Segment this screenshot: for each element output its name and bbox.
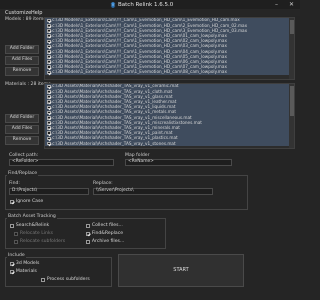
item-checkbox[interactable] <box>47 126 51 130</box>
item-checkbox[interactable] <box>47 131 51 136</box>
app-logo-icon <box>110 2 116 8</box>
relocate-subfolders-text: Relocate subfolders <box>19 239 66 244</box>
archive-files-checkbox[interactable]: Archive files... <box>86 239 125 245</box>
item-checkbox[interactable] <box>47 23 51 28</box>
collect-path-label: Collect path: <box>9 153 39 158</box>
materials-add-folder-button[interactable]: Add Folder <box>5 114 39 123</box>
find-input[interactable]: D:\Projects\ <box>9 188 89 195</box>
checkbox-box[interactable] <box>10 270 15 275</box>
ignore-case-text: Ignore Case <box>15 199 44 204</box>
checkbox-box[interactable] <box>14 232 19 237</box>
materials-item-path: c:\3D Assets\Material\Archshader_TAS_vra… <box>52 135 178 141</box>
close-button[interactable]: ✕ <box>287 1 296 8</box>
models-item-path: c:\3D Models\1_Exteriors\Cam\!!!_Cam\1_E… <box>52 69 227 75</box>
relocate-subfolders-checkbox[interactable]: Relocate subfolders <box>14 239 66 245</box>
item-checkbox[interactable] <box>47 70 51 75</box>
window-title: Batch Relink 1.6.5.0 <box>118 1 174 8</box>
item-checkbox[interactable] <box>47 121 51 125</box>
archive-files-text: Archive files... <box>91 239 125 244</box>
materials-remove-button[interactable]: Remove <box>5 136 39 145</box>
checkbox-box[interactable] <box>10 200 15 205</box>
models-remove-button[interactable]: Remove <box>5 67 39 76</box>
models-list[interactable]: c:\3D Models\1_Exteriors\Cam\!!!_Cam\1_E… <box>44 17 295 80</box>
item-checkbox[interactable] <box>47 105 51 110</box>
include-label: Include <box>7 253 26 259</box>
find-replace-text: Find&Replace <box>91 231 124 236</box>
materials-list[interactable]: c:\3D Assets\Material\Archshader_TAS_vra… <box>44 83 295 149</box>
replace-label: Replace: <box>93 181 113 186</box>
map-folder-input[interactable]: <ReName> <box>125 159 232 166</box>
find-replace-label: Find/Replace <box>7 171 39 177</box>
item-checkbox[interactable] <box>47 60 51 64</box>
models-scrollbar-thumb[interactable] <box>289 20 294 34</box>
models-item-path: c:\3D Models\1_Exteriors\Cam\!!!_Cam\1_E… <box>52 43 227 49</box>
checkbox-box[interactable] <box>10 224 15 229</box>
models-count-label: Models : 89 items <box>5 16 46 22</box>
materials-item-path: c:\3D Assets\Material\Archshader_TAS_vra… <box>52 140 176 146</box>
search-relink-text: Search&Relink <box>15 223 50 228</box>
batch-asset-tracking-label: Batch Asset Tracking <box>7 214 57 220</box>
materials-list-item[interactable]: c:\3D Assets\Material\Archshader_TAS_vra… <box>45 140 294 147</box>
materials-scrollbar-thumb[interactable] <box>289 86 294 116</box>
materials-add-files-button[interactable]: Add Files <box>5 125 39 134</box>
models-list-item[interactable]: c:\3D Models\1_Exteriors\Cam\!!!_Cam\1_E… <box>45 69 294 76</box>
ignore-case-checkbox[interactable]: Ignore Case <box>10 199 44 205</box>
checkbox-box[interactable] <box>14 240 19 245</box>
models-add-folder-button[interactable]: Add Folder <box>5 45 39 54</box>
find-replace-checkbox[interactable]: Find&Replace <box>86 231 124 237</box>
include-3d-models-text: 3d Models <box>15 261 40 266</box>
map-folder-label: Map folder <box>125 153 150 158</box>
collect-files-text: Collect files... <box>91 223 123 228</box>
item-checkbox[interactable] <box>47 110 51 115</box>
item-checkbox[interactable] <box>47 39 51 44</box>
process-subfolders-checkbox[interactable]: Process subfolders <box>41 277 90 283</box>
menu-customize[interactable]: Customize <box>5 10 31 16</box>
item-checkbox[interactable] <box>47 44 51 49</box>
item-checkbox[interactable] <box>47 65 51 70</box>
models-add-files-button[interactable]: Add Files <box>5 56 39 65</box>
checkbox-box[interactable] <box>41 278 46 283</box>
start-button[interactable]: START <box>118 254 244 287</box>
checkbox-box[interactable] <box>86 232 91 237</box>
item-checkbox[interactable] <box>47 29 51 33</box>
collect-files-checkbox[interactable]: Collect files... <box>86 223 123 229</box>
item-checkbox[interactable] <box>47 115 51 120</box>
menu-bar <box>0 9 300 16</box>
relocate-links-checkbox[interactable]: Relocate Links <box>14 231 54 237</box>
checkbox-box[interactable] <box>86 224 91 229</box>
relocate-links-text: Relocate Links <box>19 231 54 236</box>
item-checkbox[interactable] <box>47 84 51 89</box>
item-checkbox[interactable] <box>47 89 51 94</box>
find-label: Find: <box>9 181 20 186</box>
item-checkbox[interactable] <box>47 18 51 23</box>
materials-item-path: c:\3D Assets\Material\Archshader_TAS_vra… <box>52 109 177 115</box>
item-checkbox[interactable] <box>47 141 51 146</box>
minimize-button[interactable]: – <box>272 1 281 8</box>
include-3d-models-checkbox[interactable]: 3d Models <box>10 261 40 267</box>
item-checkbox[interactable] <box>47 136 51 141</box>
item-checkbox[interactable] <box>47 55 51 59</box>
item-checkbox[interactable] <box>47 100 51 104</box>
item-checkbox[interactable] <box>47 34 51 38</box>
item-checkbox[interactable] <box>47 49 51 54</box>
replace-input[interactable]: \\Server\Projects\ <box>93 188 213 195</box>
item-checkbox[interactable] <box>47 95 51 99</box>
collect-path-input[interactable]: <ReFolder> <box>9 159 114 166</box>
menu-help[interactable]: Help <box>31 10 42 16</box>
process-subfolders-text: Process subfolders <box>46 277 90 282</box>
search-relink-checkbox[interactable]: Search&Relink <box>10 223 50 229</box>
checkbox-box[interactable] <box>10 262 15 267</box>
include-materials-text: Materials <box>15 269 37 274</box>
include-materials-checkbox[interactable]: Materials <box>10 269 37 275</box>
checkbox-box[interactable] <box>86 240 91 245</box>
